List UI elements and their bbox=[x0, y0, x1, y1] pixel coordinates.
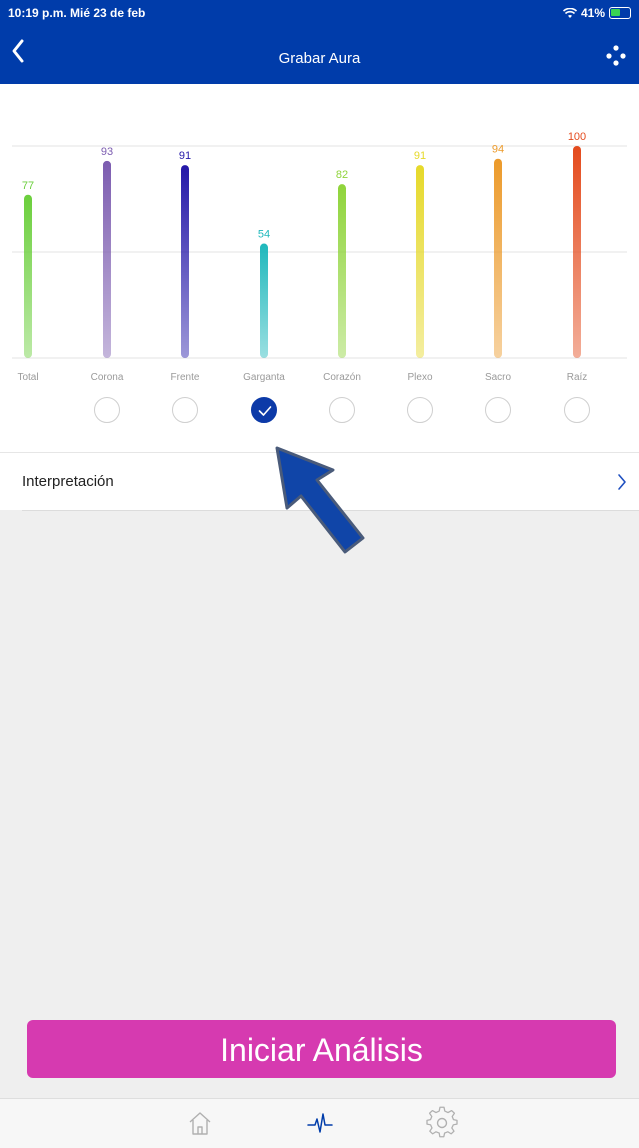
data-label: 94 bbox=[492, 144, 504, 156]
selector-corazón[interactable] bbox=[329, 397, 355, 423]
category-label: Corona bbox=[91, 372, 124, 383]
category-label: Frente bbox=[171, 372, 200, 383]
interpretation-label: Interpretación bbox=[22, 473, 114, 490]
selector-raíz[interactable] bbox=[564, 397, 590, 423]
selector-plexo[interactable] bbox=[407, 397, 433, 423]
category-label: Corazón bbox=[323, 372, 361, 383]
category-label: Plexo bbox=[407, 372, 432, 383]
bar-corona bbox=[103, 160, 111, 358]
heartbeat-icon bbox=[307, 1113, 333, 1133]
tab-settings[interactable] bbox=[424, 1105, 460, 1141]
dots-icon bbox=[606, 45, 626, 66]
data-label: 91 bbox=[179, 150, 191, 162]
selector-sacro[interactable] bbox=[485, 397, 511, 423]
data-label: 54 bbox=[258, 229, 270, 241]
selector-frente[interactable] bbox=[172, 397, 198, 423]
status-time: 10:19 p.m. Mié 23 de feb bbox=[8, 6, 146, 20]
page-title: Grabar Aura bbox=[278, 50, 361, 67]
bar-garganta bbox=[260, 243, 268, 358]
data-label: 100 bbox=[568, 131, 586, 143]
bar-frente bbox=[181, 165, 189, 358]
aura-chart: 77 Total 93 Corona 91 Frente 54 Garganta 82 Coraz… bbox=[12, 131, 627, 383]
home-icon bbox=[189, 1112, 211, 1135]
nav-bar: Grabar Aura bbox=[0, 26, 639, 84]
bar-raíz bbox=[573, 146, 581, 358]
checkmark-icon bbox=[258, 406, 272, 416]
bar-sacro bbox=[494, 158, 502, 358]
tab-home[interactable] bbox=[182, 1105, 218, 1141]
status-right: 41% bbox=[562, 6, 631, 20]
category-label: Total bbox=[17, 372, 38, 383]
chevron-right-icon bbox=[618, 474, 626, 490]
selector-corona[interactable] bbox=[94, 397, 120, 423]
bar-plexo bbox=[416, 165, 424, 358]
category-label: Raíz bbox=[567, 372, 588, 383]
gear-icon bbox=[426, 1106, 458, 1138]
selector-garganta[interactable] bbox=[251, 397, 277, 423]
tab-analysis[interactable] bbox=[302, 1105, 338, 1141]
battery-icon bbox=[609, 7, 631, 19]
tab-bar bbox=[0, 1098, 639, 1148]
data-label: 91 bbox=[414, 150, 426, 162]
wifi-icon bbox=[562, 7, 577, 18]
more-button[interactable] bbox=[601, 40, 631, 70]
bar-total bbox=[24, 194, 32, 358]
start-analysis-button[interactable]: Iniciar Análisis bbox=[27, 1020, 616, 1078]
data-label: 93 bbox=[101, 146, 113, 158]
annotation-arrow-icon bbox=[275, 446, 365, 554]
data-label: 82 bbox=[336, 169, 348, 181]
status-bar: 10:19 p.m. Mié 23 de feb 41% bbox=[0, 0, 639, 26]
data-label: 77 bbox=[22, 180, 34, 192]
category-label: Garganta bbox=[243, 372, 285, 383]
bar-corazón bbox=[338, 184, 346, 358]
battery-percent: 41% bbox=[580, 6, 605, 20]
category-label: Sacro bbox=[485, 372, 512, 383]
